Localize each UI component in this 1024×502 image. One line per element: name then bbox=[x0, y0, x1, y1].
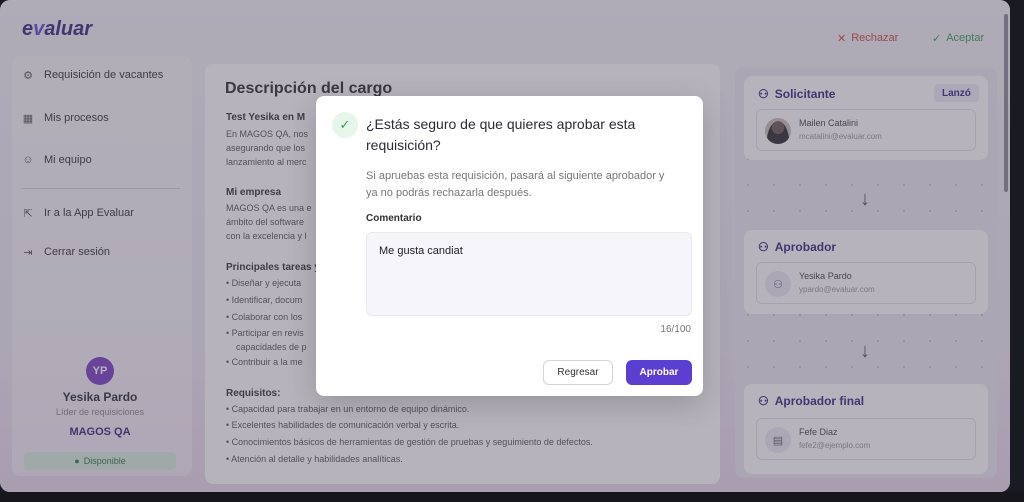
dialog-description: Si apruebas esta requisición, pasará al … bbox=[366, 170, 665, 199]
dialog-title: ¿Estás seguro de que quieres aprobar est… bbox=[366, 116, 636, 153]
back-button[interactable]: Regresar bbox=[543, 360, 613, 385]
approve-button[interactable]: Aprobar bbox=[626, 360, 692, 385]
window-bottom-edge bbox=[0, 492, 1024, 502]
comment-textarea[interactable]: Me gusta candiat bbox=[366, 232, 692, 316]
comment-label: Comentario bbox=[366, 213, 422, 224]
approve-confirmation-dialog: ✓ ¿Estás seguro de que quieres aprobar e… bbox=[316, 96, 703, 396]
check-icon: ✓ bbox=[332, 112, 358, 138]
char-counter: 16/100 bbox=[660, 324, 691, 335]
